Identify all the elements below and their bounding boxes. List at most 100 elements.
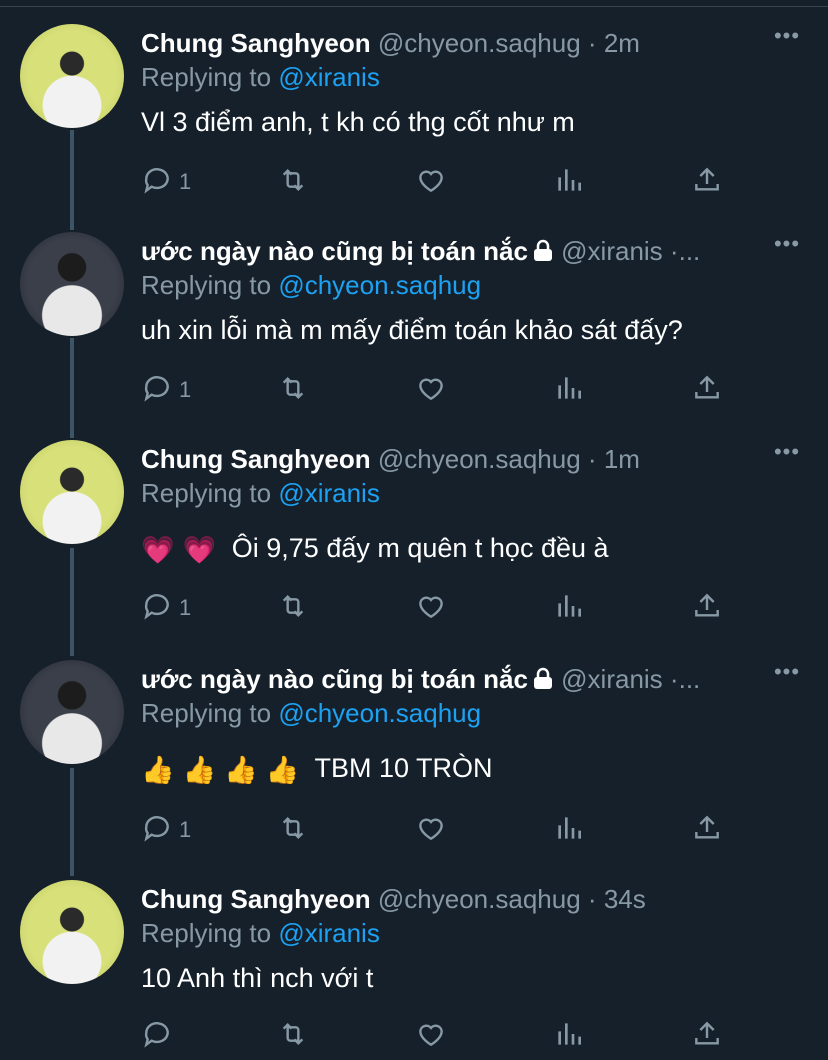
separator-dot: · xyxy=(669,236,679,266)
share-button[interactable] xyxy=(691,370,723,410)
replying-prefix: Replying to xyxy=(141,62,272,92)
separator-dot: · xyxy=(587,444,597,474)
reply-count: 1 xyxy=(179,817,192,842)
like-button[interactable] xyxy=(415,810,447,850)
reply-icon xyxy=(141,164,173,201)
separator-dot: · xyxy=(587,884,597,914)
reply-button[interactable] xyxy=(141,1016,179,1056)
reply-button[interactable]: 1 xyxy=(141,370,191,410)
more-icon[interactable]: ••• xyxy=(770,661,804,686)
tweet-text-line: 💗 💗 Ôi 9,75 đấy m quên t học đều à xyxy=(141,530,609,568)
retweet-icon xyxy=(277,590,309,627)
display-name[interactable]: ước ngày nào cũng bị toán nắc xyxy=(141,236,528,266)
tweet[interactable]: Chung Sanghyeon @chyeon.saqhug · 34s Rep… xyxy=(0,878,828,1060)
user-handle[interactable]: @chyeon.saqhug xyxy=(378,884,581,914)
user-handle[interactable]: @xiranis xyxy=(561,664,663,694)
retweet-icon xyxy=(277,1018,309,1055)
tweet-text: Ôi 9,75 đấy m quên t học đều à xyxy=(231,533,609,563)
thumbs-up-emoji: 👍 xyxy=(182,754,217,785)
replying-prefix: Replying to xyxy=(141,270,272,300)
reply-button[interactable]: 1 xyxy=(141,162,191,202)
replying-to-link[interactable]: @xiranis xyxy=(278,62,380,92)
replying-to-link[interactable]: @xiranis xyxy=(278,478,380,508)
analytics-button[interactable] xyxy=(553,370,585,410)
timestamp[interactable]: ... xyxy=(679,236,701,266)
avatar[interactable] xyxy=(20,440,124,544)
heart-emoji: 💗 xyxy=(141,534,175,565)
more-icon[interactable]: ••• xyxy=(770,233,804,258)
display-name[interactable]: Chung Sanghyeon xyxy=(141,444,371,474)
timestamp[interactable]: ... xyxy=(679,664,701,694)
reply-icon xyxy=(141,1018,173,1055)
replying-to-link[interactable]: @chyeon.saqhug xyxy=(278,698,481,728)
tweet-header: Chung Sanghyeon @chyeon.saqhug · 34s xyxy=(141,882,761,916)
more-icon[interactable]: ••• xyxy=(770,441,804,466)
analytics-button[interactable] xyxy=(553,162,585,202)
replying-prefix: Replying to xyxy=(141,698,272,728)
top-divider xyxy=(0,6,828,7)
like-button[interactable] xyxy=(415,370,447,410)
timestamp[interactable]: 1m xyxy=(604,444,640,474)
analytics-icon xyxy=(553,372,585,409)
analytics-button[interactable] xyxy=(553,1016,585,1056)
replying-to-line: Replying to @xiranis xyxy=(141,60,380,94)
share-button[interactable] xyxy=(691,810,723,850)
reply-button[interactable]: 1 xyxy=(141,588,191,628)
thumbs-up-emoji: 👍 xyxy=(265,754,300,785)
tweet[interactable]: ước ngày nào cũng bị toán nắc @xiranis ·… xyxy=(0,230,828,430)
user-handle[interactable]: @chyeon.saqhug xyxy=(378,28,581,58)
timestamp[interactable]: 2m xyxy=(604,28,640,58)
user-handle[interactable]: @xiranis xyxy=(561,236,663,266)
avatar[interactable] xyxy=(20,880,124,984)
retweet-icon xyxy=(277,812,309,849)
retweet-button[interactable] xyxy=(277,370,309,410)
heart-emoji: 💗 xyxy=(182,534,217,565)
action-bar: 1 xyxy=(141,588,741,628)
replying-prefix: Replying to xyxy=(141,478,272,508)
display-name[interactable]: Chung Sanghyeon xyxy=(141,884,371,914)
analytics-icon xyxy=(553,812,585,849)
share-icon xyxy=(691,590,723,627)
thumbs-up-emoji: 👍 xyxy=(224,754,258,785)
display-name[interactable]: Chung Sanghyeon xyxy=(141,28,371,58)
like-button[interactable] xyxy=(415,162,447,202)
tweet-text: Vl 3 điểm anh, t kh có thg cốt như m xyxy=(141,107,575,137)
separator-dot: · xyxy=(587,28,597,58)
tweet[interactable]: ước ngày nào cũng bị toán nắc @xiranis ·… xyxy=(0,658,828,868)
share-button[interactable] xyxy=(691,1016,723,1056)
share-icon xyxy=(691,372,723,409)
avatar[interactable] xyxy=(20,660,124,764)
tweet-header: Chung Sanghyeon @chyeon.saqhug · 1m xyxy=(141,442,761,476)
reply-button[interactable]: 1 xyxy=(141,810,191,850)
thumbs-up-emoji: 👍 xyxy=(141,754,175,785)
retweet-button[interactable] xyxy=(277,1016,309,1056)
share-button[interactable] xyxy=(691,162,723,202)
reply-icon xyxy=(141,372,173,409)
like-button[interactable] xyxy=(415,588,447,628)
analytics-button[interactable] xyxy=(553,810,585,850)
reply-icon xyxy=(141,812,173,849)
avatar[interactable] xyxy=(20,232,124,336)
retweet-button[interactable] xyxy=(277,588,309,628)
display-name[interactable]: ước ngày nào cũng bị toán nắc xyxy=(141,664,528,694)
replying-to-link[interactable]: @chyeon.saqhug xyxy=(278,270,481,300)
retweet-icon xyxy=(277,164,309,201)
retweet-button[interactable] xyxy=(277,162,309,202)
like-button[interactable] xyxy=(415,1016,447,1056)
analytics-icon xyxy=(553,164,585,201)
action-bar: 1 xyxy=(141,162,741,202)
user-handle[interactable]: @chyeon.saqhug xyxy=(378,444,581,474)
analytics-button[interactable] xyxy=(553,588,585,628)
retweet-button[interactable] xyxy=(277,810,309,850)
tweet-header: ước ngày nào cũng bị toán nắc @xiranis ·… xyxy=(141,234,761,268)
share-button[interactable] xyxy=(691,588,723,628)
replying-to-line: Replying to @chyeon.saqhug xyxy=(141,696,481,730)
more-icon[interactable]: ••• xyxy=(770,25,804,50)
timestamp[interactable]: 34s xyxy=(604,884,646,914)
share-icon xyxy=(691,1018,723,1055)
avatar[interactable] xyxy=(20,24,124,128)
tweet[interactable]: Chung Sanghyeon @chyeon.saqhug · 2m ••• … xyxy=(0,22,828,222)
replying-to-link[interactable]: @xiranis xyxy=(278,918,380,948)
tweet-header: Chung Sanghyeon @chyeon.saqhug · 2m xyxy=(141,26,761,60)
tweet[interactable]: Chung Sanghyeon @chyeon.saqhug · 1m ••• … xyxy=(0,438,828,648)
